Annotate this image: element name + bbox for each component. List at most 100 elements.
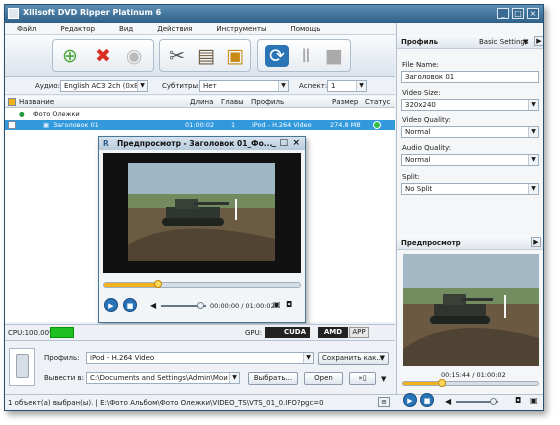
column-length[interactable]: Длина	[190, 98, 213, 106]
cpu-label: CPU:100.00%	[8, 329, 56, 337]
amd-badge[interactable]: AMD	[318, 327, 348, 338]
output-path-input[interactable]: C:\Documents and Settings\Admin\Мои доку…	[86, 372, 240, 384]
preview-panel-screen-icon[interactable]: ▣	[530, 396, 538, 405]
save-as-button[interactable]: Сохранить как... ▼	[318, 352, 389, 365]
row-size: 274.8 MB	[330, 121, 361, 129]
split-select[interactable]: No Split ▼	[401, 183, 539, 195]
pause-icon[interactable]: Ⅱ	[294, 45, 318, 67]
volume-knob[interactable]	[197, 302, 204, 309]
row-chapters: 1	[231, 121, 236, 129]
app-badge[interactable]: APP	[349, 327, 369, 338]
add-icon[interactable]: ⊕	[58, 45, 82, 67]
video-quality-select[interactable]: Normal ▼	[401, 126, 539, 138]
filter-bar: Аудио: English AC3 2ch (0x80) ▼ Субтитры:…	[5, 78, 395, 95]
preview-screen	[403, 254, 539, 366]
preview-progress-track[interactable]	[103, 280, 301, 288]
tank-preview-image	[403, 254, 539, 366]
menu-tools[interactable]: Инструменты	[204, 23, 278, 34]
chevron-down-icon[interactable]: ▼	[523, 38, 528, 46]
cuda-badge[interactable]: CUDA	[265, 327, 310, 338]
open-button[interactable]: Open	[304, 372, 343, 385]
next-icon[interactable]: ▶	[531, 237, 541, 247]
close-button[interactable]: ×	[527, 8, 539, 19]
delete-icon[interactable]: ✖	[91, 45, 115, 67]
profile-select[interactable]: iPod - H.264 Video ▼	[86, 352, 314, 364]
minimize-button[interactable]: _	[497, 8, 509, 19]
video-frame	[128, 163, 275, 261]
tank-scene-image	[128, 163, 275, 261]
video-size-label: Video Size:	[402, 89, 441, 97]
stop-icon[interactable]: ■	[123, 298, 137, 312]
disc-icon[interactable]: ◉	[122, 45, 146, 67]
screen-mode-icon[interactable]: ▣	[273, 300, 281, 309]
video-icon: ▣	[43, 121, 50, 129]
device-icon	[9, 348, 35, 386]
camera-icon[interactable]: ◘	[286, 300, 292, 309]
volume-icon[interactable]: ◀	[150, 301, 156, 310]
audio-select[interactable]: English AC3 2ch (0x80) ▼	[60, 80, 148, 92]
chevron-down-icon: ▼	[229, 373, 239, 383]
log-icon[interactable]: ≡	[378, 397, 390, 407]
menu-view[interactable]: Вид	[107, 23, 145, 34]
cut-icon[interactable]: ✂	[165, 45, 189, 67]
gpu-label: GPU:	[245, 329, 263, 337]
file-name-input[interactable]: Заголовок 01	[401, 71, 539, 83]
preview-time: 00:00:00 / 01:00:02	[210, 302, 275, 310]
minimize-icon[interactable]: _	[272, 138, 277, 148]
menu-help[interactable]: Помощь	[278, 23, 332, 34]
table-row[interactable]: ▣ Заголовок 01 01:00:02 1 iPod - H.264 V…	[5, 120, 395, 130]
status-bar: 1 объект(а) выбран(ы). | E:\Фото Альбом\…	[5, 393, 543, 410]
preview-progress-knob[interactable]	[154, 280, 162, 288]
column-size[interactable]: Размер	[332, 98, 358, 106]
browse-button[interactable]: Выбрать...	[248, 372, 298, 385]
title-bar: Xilisoft DVD Ripper Platinum 6 _ □ ×	[5, 5, 543, 23]
preview-panel-stop-icon[interactable]: ■	[420, 393, 434, 407]
aspect-label: Аспект:	[299, 82, 328, 90]
send-to-icon[interactable]: »▯	[349, 372, 376, 385]
chevron-down-icon: ▼	[528, 100, 538, 110]
group-row[interactable]: ● Фото Олежки	[5, 109, 395, 119]
preview-panel-camera-icon[interactable]: ◘	[515, 396, 521, 405]
chevron-down-icon: ▼	[303, 353, 313, 363]
next-icon[interactable]: ▶	[534, 36, 543, 46]
film-icon[interactable]: ▤	[194, 45, 218, 67]
profile-label: Профиль:	[44, 354, 80, 362]
column-status[interactable]: Статус	[365, 98, 390, 106]
video-quality-label: Video Quality:	[402, 116, 451, 124]
audio-quality-select[interactable]: Normal ▼	[401, 154, 539, 166]
audio-label: Аудио:	[35, 82, 60, 90]
select-all-checkbox[interactable]	[8, 98, 16, 106]
video-screen	[103, 153, 301, 273]
menu-edit[interactable]: Редактор	[48, 23, 107, 34]
convert-icon[interactable]: ⟳	[265, 45, 289, 67]
subtitles-select[interactable]: Нет ▼	[199, 80, 289, 92]
status-ready-icon	[373, 121, 381, 129]
column-name[interactable]: Название	[19, 98, 54, 106]
close-icon[interactable]: ×	[292, 138, 300, 148]
restore-icon[interactable]: □	[279, 138, 288, 148]
preview-panel-volume-icon[interactable]: ◀	[445, 397, 451, 406]
effects-icon[interactable]: ▣	[223, 45, 247, 67]
menu-actions[interactable]: Действия	[145, 23, 204, 34]
cpu-bar: CPU:100.00% GPU: CUDA AMD APP	[5, 324, 395, 339]
video-size-select[interactable]: 320x240 ▼	[401, 99, 539, 111]
preview-panel-play-icon[interactable]: ▶	[403, 393, 417, 407]
chevron-down-icon[interactable]: ▼	[381, 375, 386, 383]
stop-icon[interactable]: ■	[322, 45, 346, 67]
preview-panel-knob[interactable]	[438, 379, 446, 387]
audio-quality-label: Audio Quality:	[402, 144, 451, 152]
basic-settings-label[interactable]: Basic Settings	[479, 38, 528, 46]
preview-title: Предпросмотр - Заголовок 01_Фо...	[117, 139, 273, 148]
row-checkbox[interactable]	[8, 121, 16, 129]
menu-file[interactable]: Файл	[5, 23, 48, 34]
aspect-select[interactable]: 1 ▼	[327, 80, 367, 92]
column-profile[interactable]: Профиль	[251, 98, 284, 106]
preview-panel-volume-knob[interactable]	[490, 398, 497, 405]
play-icon[interactable]: ▶	[104, 298, 118, 312]
maximize-button[interactable]: □	[512, 8, 524, 19]
column-chapters[interactable]: Главы	[221, 98, 244, 106]
preview-panel-progress[interactable]	[402, 379, 539, 387]
profile-title: Профиль	[401, 38, 439, 46]
file-name-label: File Name:	[402, 61, 439, 69]
folder-icon: ●	[19, 110, 25, 118]
